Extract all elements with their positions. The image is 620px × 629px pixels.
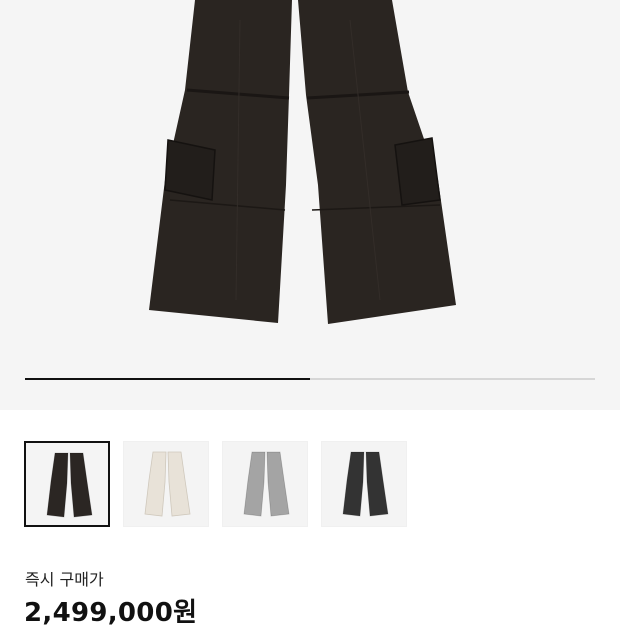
- carousel-progress-fill: [25, 378, 310, 380]
- product-image-carousel[interactable]: [0, 0, 620, 410]
- thumbnail-pants-image: [46, 452, 93, 518]
- thumbnail-washed-black[interactable]: [321, 441, 407, 527]
- color-thumbnail-list: [24, 441, 596, 529]
- carousel-progress-track: [25, 378, 595, 380]
- thumbnail-pants-image: [243, 451, 290, 517]
- product-image: [149, 0, 456, 324]
- thumbnail-pants-image: [342, 451, 389, 517]
- thumbnail-off-white[interactable]: [123, 441, 209, 527]
- thumbnail-grey[interactable]: [222, 441, 308, 527]
- thumbnail-black[interactable]: [24, 441, 110, 527]
- price-label: 즉시 구매가: [25, 570, 104, 589]
- price-value: 2,499,000원: [24, 598, 198, 628]
- thumbnail-pants-image: [144, 451, 191, 517]
